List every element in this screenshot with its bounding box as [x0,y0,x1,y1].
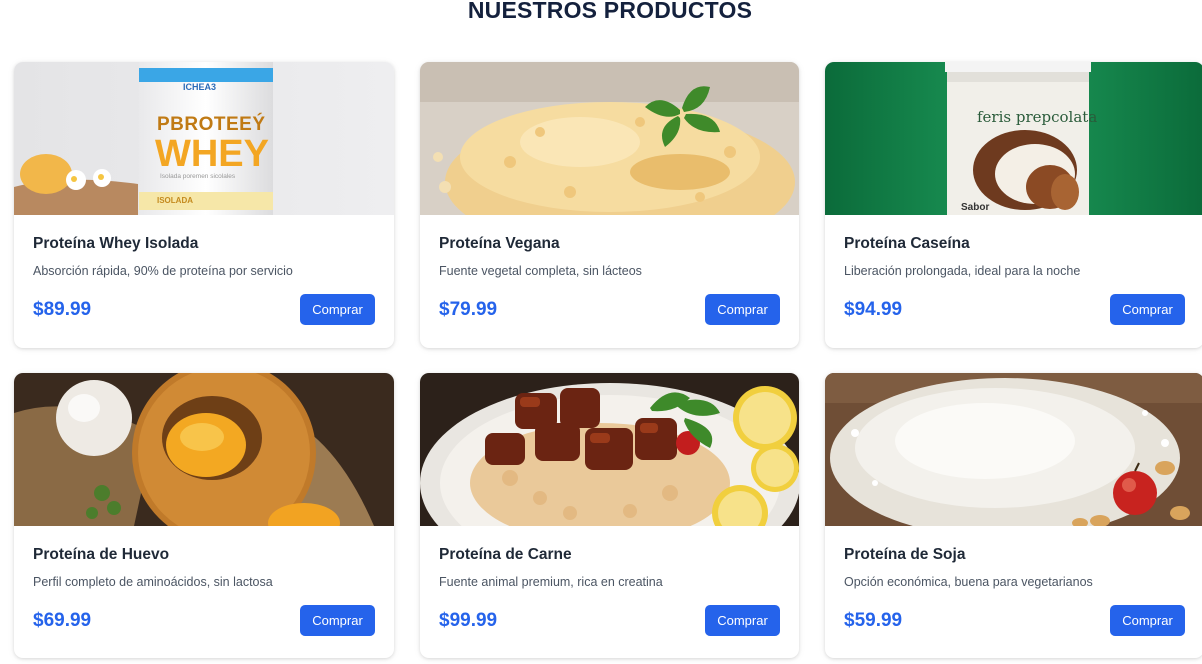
products-page: NUESTROS PRODUCTOS ICHEA3 PBROTEEÝ WHEY … [0,0,1202,664]
section-title: NUESTROS PRODUCTOS [467,0,753,23]
product-description: Absorción rápida, 90% de proteína por se… [33,264,293,278]
product-image-casein: feris prepcolata Sabor [825,62,1202,215]
product-description: Liberación prolongada, ideal para la noc… [844,264,1081,278]
whey-subtext: Isolada poremen sicolales [160,173,236,180]
product-price: $59.99 [844,609,903,631]
buy-button[interactable]: Comprar [300,605,375,636]
buy-button[interactable]: Comprar [1110,605,1185,636]
product-title: Proteína de Huevo [33,546,170,563]
product-grid: ICHEA3 PBROTEEÝ WHEY Isolada poremen sic… [14,62,1202,658]
product-title: Proteína de Soja [844,546,966,563]
product-price: $94.99 [844,298,903,320]
product-card: feris prepcolata Sabor Proteína Caseína … [825,62,1202,348]
product-image-soy [825,373,1202,526]
buy-button[interactable]: Comprar [705,605,780,636]
product-description: Opción económica, buena para vegetariano… [844,575,1093,589]
product-title: Proteína Vegana [439,235,560,252]
whey-brand-text: ICHEA3 [183,82,217,92]
product-image-beef [420,373,799,526]
product-title: Proteína Caseína [844,235,970,252]
product-image-whey: ICHEA3 PBROTEEÝ WHEY Isolada poremen sic… [14,62,394,215]
product-title: Proteína de Carne [439,546,572,563]
product-price: $89.99 [33,298,92,320]
product-card: Proteína de Carne Fuente animal premium,… [420,373,799,658]
product-description: Fuente animal premium, rica en creatina [439,575,663,589]
casein-corner-text: Sabor [961,202,990,213]
product-card: Proteína de Soja Opción económica, buena… [825,373,1202,658]
product-price: $79.99 [439,298,498,320]
product-description: Perfil completo de aminoácidos, sin lact… [33,575,273,589]
whey-word-text: WHEY [155,133,269,175]
product-card: Proteína Vegana Fuente vegetal completa,… [420,62,799,348]
buy-button[interactable]: Comprar [300,294,375,325]
product-price: $99.99 [439,609,498,631]
product-image-egg [14,373,394,526]
product-title: Proteína Whey Isolada [33,235,199,252]
product-card: Proteína de Huevo Perfil completo de ami… [14,373,394,658]
buy-button[interactable]: Comprar [1110,294,1185,325]
casein-label-text: feris prepcolata [977,108,1098,126]
product-image-vegan [420,62,799,215]
whey-badge-text: ISOLADA [157,196,193,205]
product-description: Fuente vegetal completa, sin lácteos [439,264,642,278]
buy-button[interactable]: Comprar [705,294,780,325]
product-card: ICHEA3 PBROTEEÝ WHEY Isolada poremen sic… [14,62,394,348]
product-price: $69.99 [33,609,92,631]
